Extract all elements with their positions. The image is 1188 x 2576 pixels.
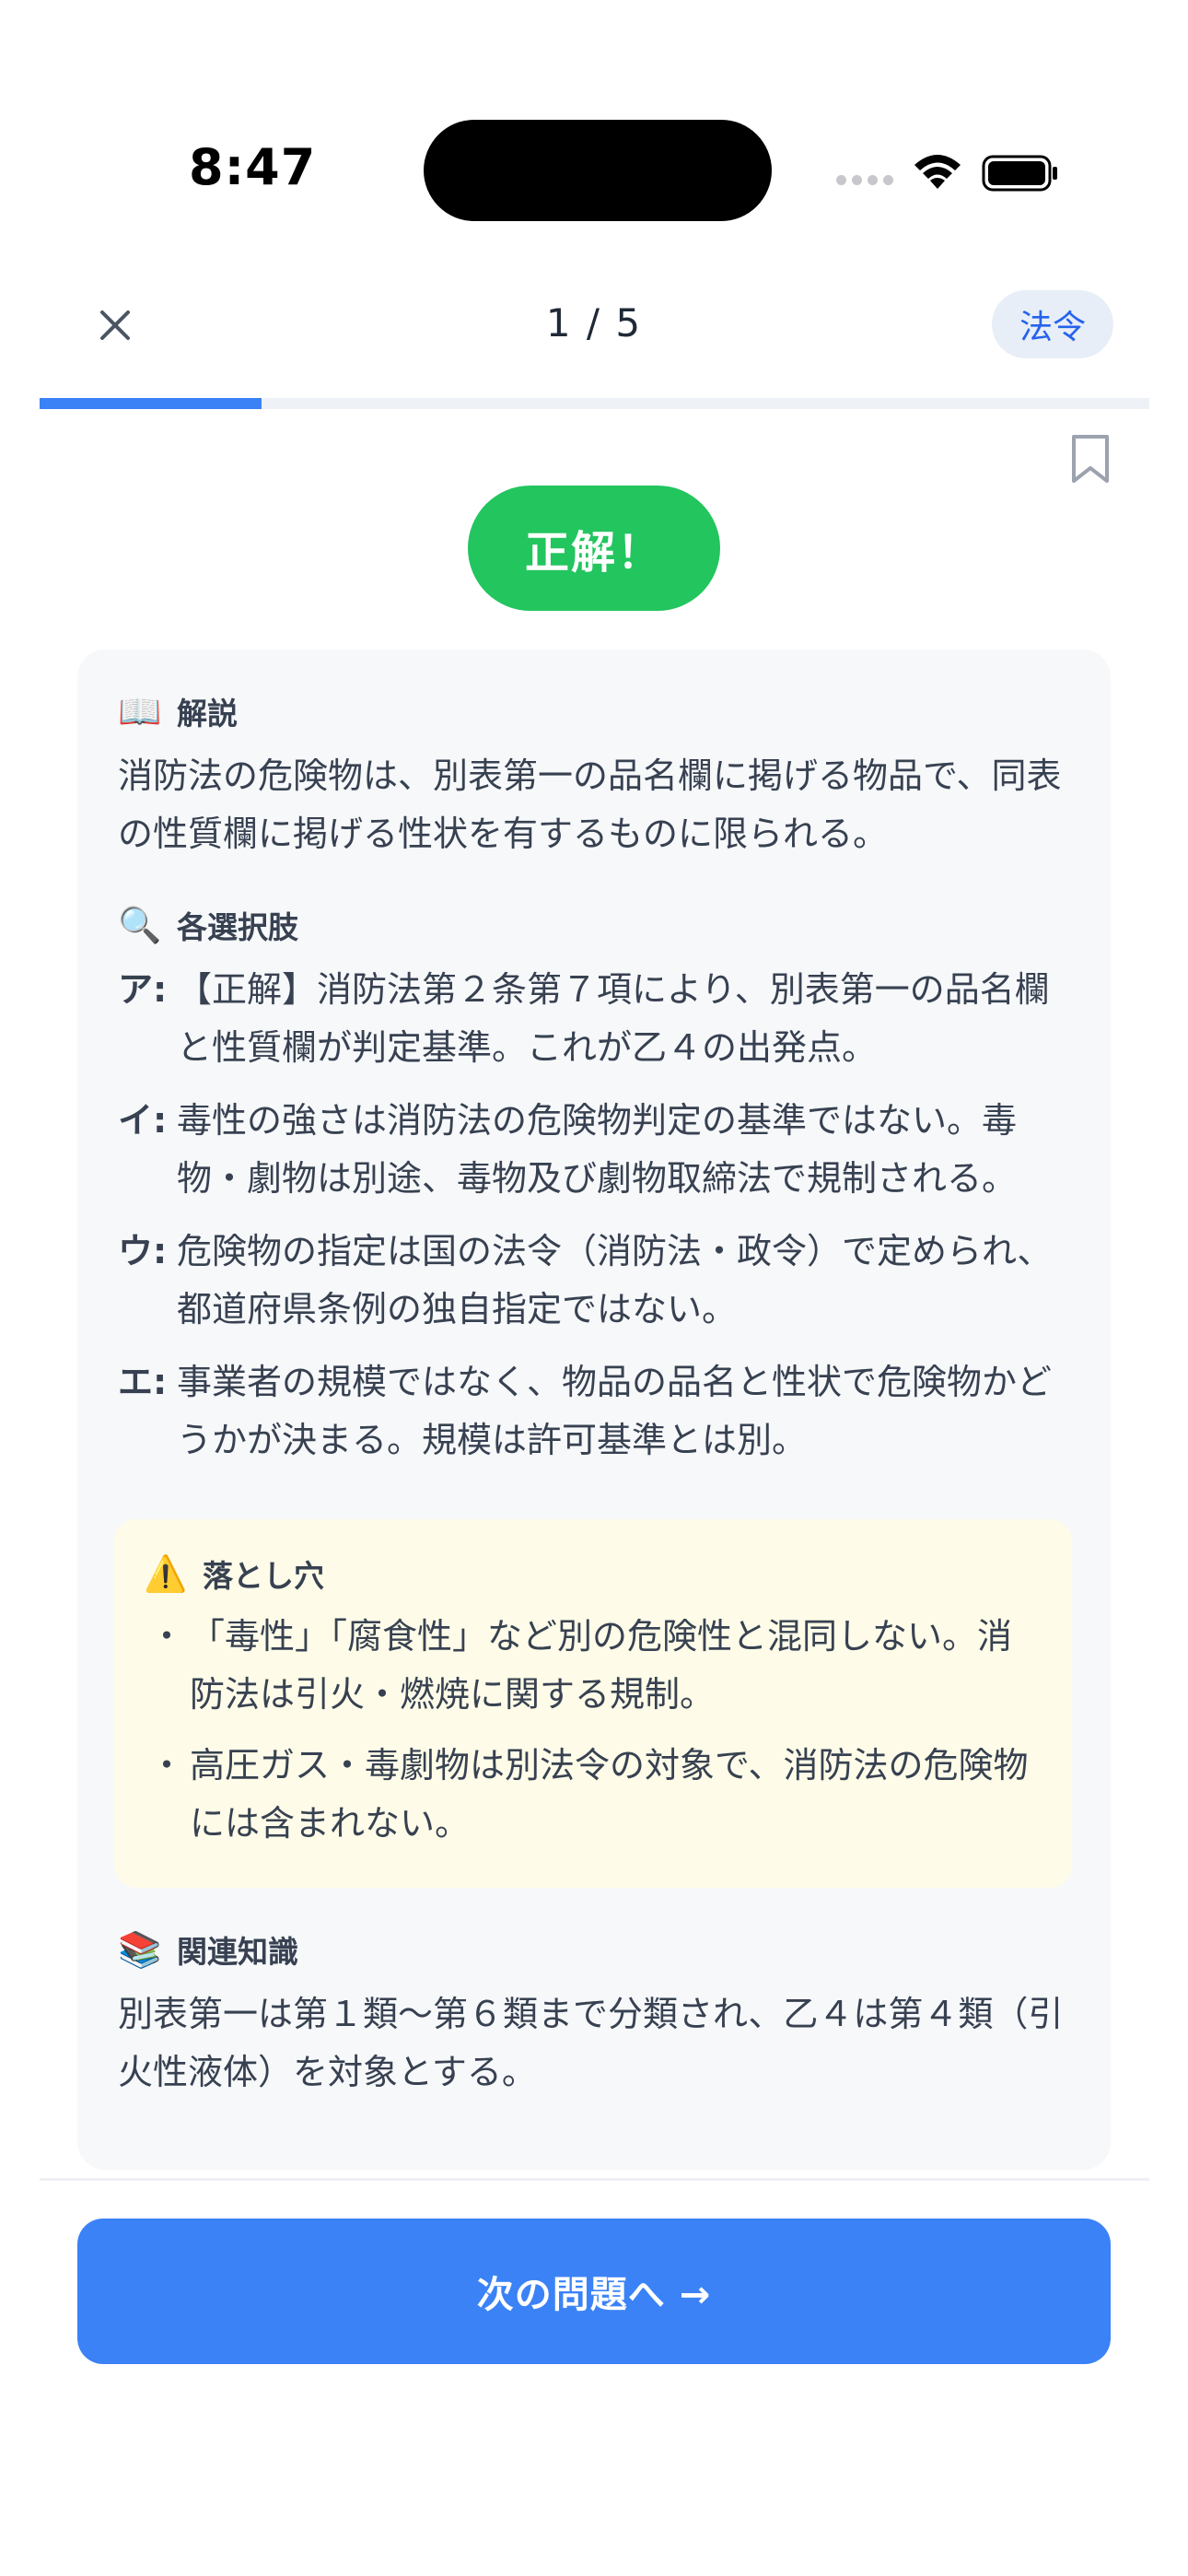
pitfall-bullet-text: 高圧ガス・毒劇物は別法令の対象で、消防法の危険物には含まれない。: [190, 1745, 1029, 1844]
bookmark-icon[interactable]: [1068, 433, 1112, 485]
cellular-signal-icon: [836, 175, 893, 185]
related-text: 別表第一は第１類〜第６類まで分類され、乙４は第４類（引火性液体）を対象とする。: [118, 1994, 1064, 2092]
category-badge[interactable]: 法令: [992, 290, 1113, 358]
pitfall-bullet-text: 「毒性」「腐食性」など別の危険性と混同しない。消防法は引火・燃焼に関する規制。: [190, 1616, 1013, 1715]
choice-key: ア:: [118, 969, 168, 1010]
choice-key: ウ:: [118, 1231, 168, 1271]
pitfall-title: 落とし穴: [203, 1558, 324, 1594]
explanation-card: 📖 解説 消防法の危険物は、別表第一の品名欄に掲げる物品で、同表の性質欄に掲げる…: [77, 650, 1111, 2170]
explanation-text: 消防法の危険物は、別表第一の品名欄に掲げる物品で、同表の性質欄に掲げる性状を有す…: [118, 755, 1062, 854]
choice-text: 危険物の指定は国の法令（消防法・政令）で定められ、都道府県条例の独自指定ではない…: [177, 1231, 1053, 1329]
choice-item: イ: 毒性の強さは消防法の危険物判定の基準ではない。毒物・劇物は別途、毒物及び劇…: [118, 1092, 1076, 1208]
choices-title: 各選択肢: [177, 909, 298, 945]
choice-text: 【正解】消防法第２条第７項により、別表第一の品名欄と性質欄が判定基準。これが乙４…: [177, 969, 1050, 1068]
choice-item: エ: 事業者の規模ではなく、物品の品名と性状で危険物かどうかが決まる。規模は許可…: [118, 1353, 1076, 1469]
related-section-title: 📚 関連知識: [118, 1928, 1076, 1971]
choice-key: エ:: [118, 1362, 168, 1402]
book-icon: 📖: [118, 690, 162, 732]
pitfall-section-title: ⚠️ 落とし穴: [144, 1552, 1042, 1595]
choice-text: 事業者の規模ではなく、物品の品名と性状で危険物かどうかが決まる。規模は許可基準と…: [177, 1362, 1053, 1460]
next-question-button[interactable]: 次の問題へ →: [77, 2219, 1111, 2364]
books-icon: 📚: [118, 1928, 162, 1970]
explanation-section-title: 📖 解説: [118, 690, 1076, 732]
pitfall-bullet: ・ 高圧ガス・毒劇物は別法令の対象で、消防法の危険物には含まれない。: [144, 1737, 1042, 1853]
progress-bar-fill: [40, 398, 262, 409]
choice-text: 毒性の強さは消防法の危険物判定の基準ではない。毒物・劇物は別途、毒物及び劇物取締…: [177, 1100, 1018, 1199]
battery-icon: [982, 155, 1057, 192]
choice-key: イ:: [118, 1100, 168, 1141]
status-time: 8:47: [189, 138, 317, 196]
dynamic-island: [424, 120, 772, 221]
warning-icon: ⚠️: [144, 1552, 188, 1594]
explanation-title: 解説: [177, 696, 238, 732]
choices-section-title: 🔍 各選択肢: [118, 904, 1076, 946]
progress-bar: [40, 398, 1149, 409]
pitfall-bullet: ・ 「毒性」「腐食性」など別の危険性と混同しない。消防法は引火・燃焼に関する規制…: [144, 1608, 1042, 1724]
pitfall-box: ⚠️ 落とし穴 ・ 「毒性」「腐食性」など別の危険性と混同しない。消防法は引火・…: [114, 1519, 1072, 1888]
wifi-icon: [914, 155, 961, 189]
footer-divider: [40, 2178, 1149, 2181]
result-badge: 正解！: [468, 486, 720, 611]
quiz-screen: 8:47 1 / 5 法令 正解！ 📖 解説 消防法の危険物は、別表第一の品名欄…: [0, 0, 1188, 2576]
choice-item: ウ: 危険物の指定は国の法令（消防法・政令）で定められ、都道府県条例の独自指定で…: [118, 1223, 1076, 1339]
related-title: 関連知識: [177, 1934, 298, 1970]
choice-item: ア: 【正解】消防法第２条第７項により、別表第一の品名欄と性質欄が判定基準。これ…: [118, 961, 1076, 1077]
magnifier-icon: 🔍: [118, 904, 162, 945]
